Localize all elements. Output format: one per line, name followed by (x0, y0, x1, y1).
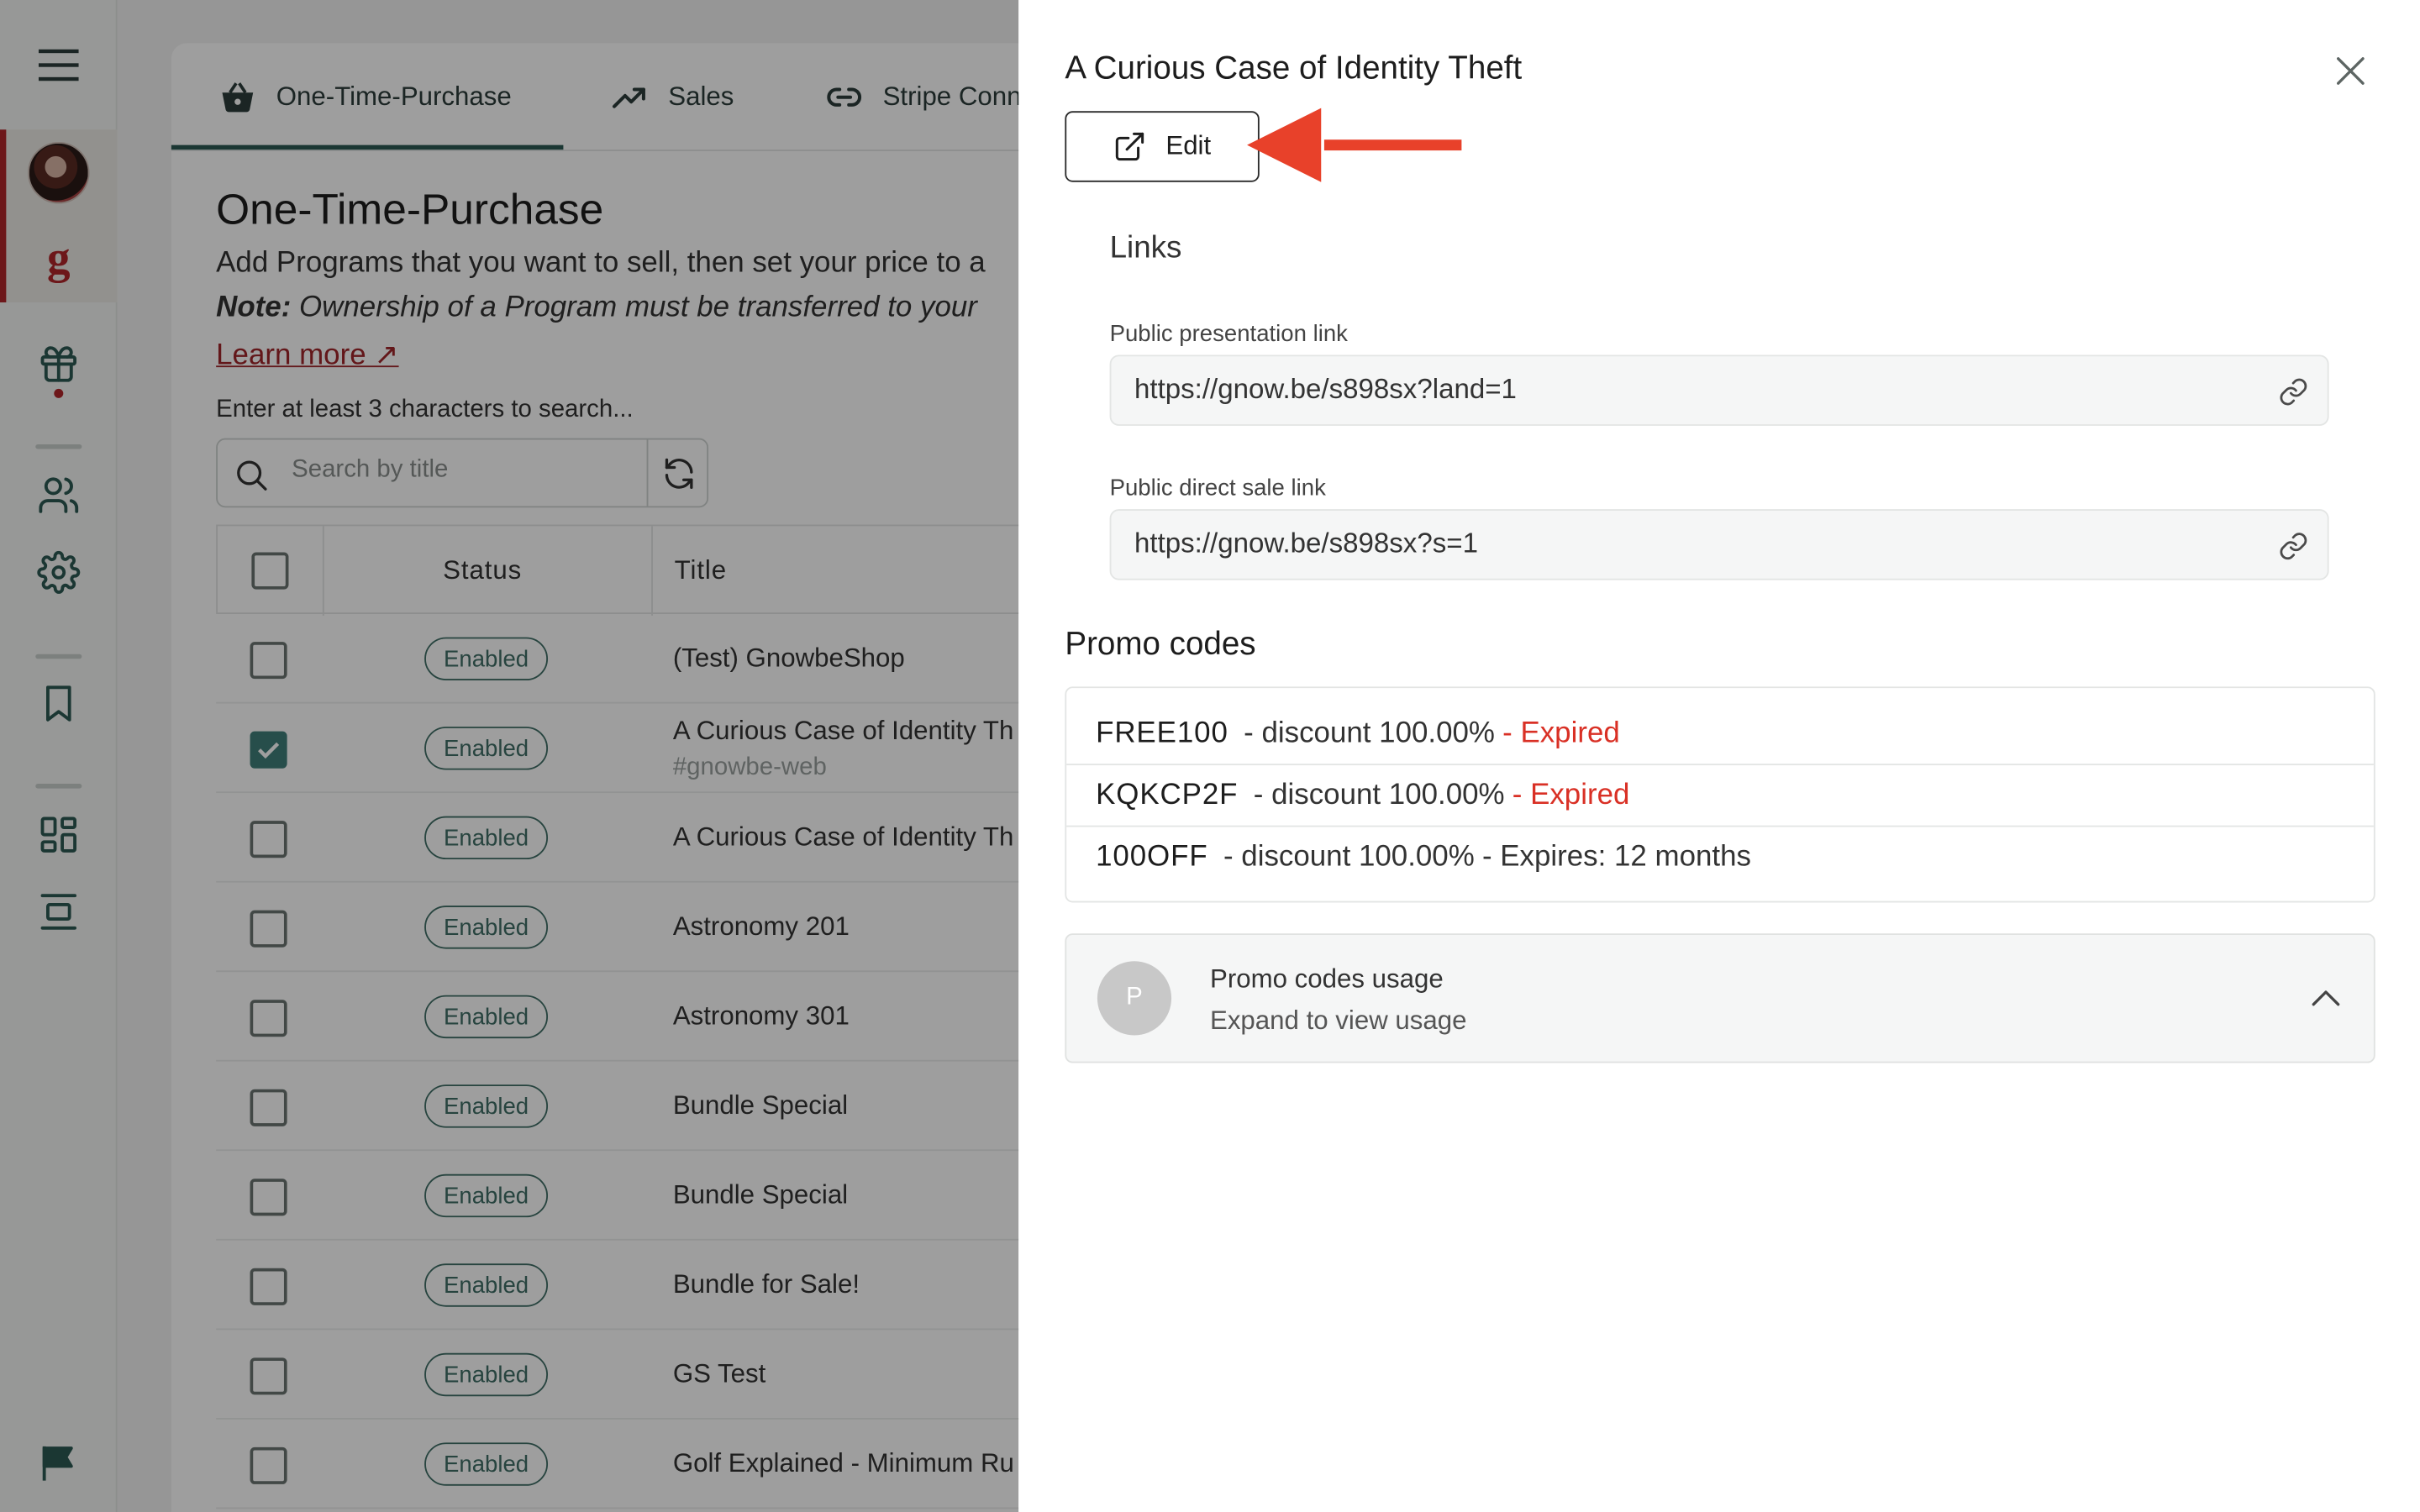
promo-codes-list: FREE100 - discount 100.00% - Expired KQK… (1065, 686, 2375, 903)
edit-button[interactable]: Edit (1065, 111, 1260, 182)
modal-backdrop[interactable] (0, 0, 1019, 1512)
promo-code: 100OFF (1096, 840, 1208, 873)
close-button[interactable] (2332, 52, 2369, 89)
drawer-title: A Curious Case of Identity Theft (1065, 50, 1523, 87)
copy-link-icon[interactable] (2278, 531, 2309, 562)
presentation-link-label: Public presentation link (1109, 321, 1348, 348)
direct-sale-link-field[interactable] (1134, 528, 2246, 560)
promo-discount: - discount 100.00% (1244, 717, 1495, 750)
usage-title: Promo codes usage (1209, 963, 1444, 994)
links-heading: Links (1109, 231, 1182, 265)
direct-sale-link-box (1109, 509, 2329, 580)
promo-discount: - discount 100.00% (1223, 840, 1475, 873)
annotation-arrow-icon (1247, 108, 1462, 182)
close-icon (2336, 57, 2365, 85)
direct-sale-link-label: Public direct sale link (1109, 475, 1326, 501)
edit-label: Edit (1165, 131, 1212, 161)
promo-codes-heading: Promo codes (1065, 626, 1256, 662)
promo-status: - Expired (1502, 717, 1620, 750)
promo-usage-accordion[interactable]: P Promo codes usage Expand to view usage (1065, 933, 2375, 1063)
promo-status: - Expired (1512, 778, 1630, 811)
promo-code-row: 100OFF - discount 100.00% - Expires: 12 … (1066, 825, 2374, 887)
external-edit-icon (1116, 132, 1144, 161)
promo-code: KQKCP2F (1096, 778, 1239, 811)
presentation-link-box (1109, 354, 2329, 426)
copy-link-icon[interactable] (2278, 376, 2309, 407)
chevron-up-icon[interactable] (2311, 986, 2342, 1011)
usage-subtitle: Expand to view usage (1209, 1005, 1467, 1036)
promo-discount: - discount 100.00% (1253, 778, 1505, 811)
promo-code: FREE100 (1096, 717, 1228, 750)
promo-status: - Expires: 12 months (1481, 840, 1751, 873)
presentation-link-field[interactable] (1134, 373, 2246, 407)
promo-code-row: FREE100 - discount 100.00% - Expired (1066, 704, 2374, 765)
avatar: P (1097, 961, 1172, 1036)
promo-code-row: KQKCP2F - discount 100.00% - Expired (1066, 764, 2374, 825)
program-details-drawer: A Curious Case of Identity Theft Edit Li… (1018, 0, 2420, 1512)
